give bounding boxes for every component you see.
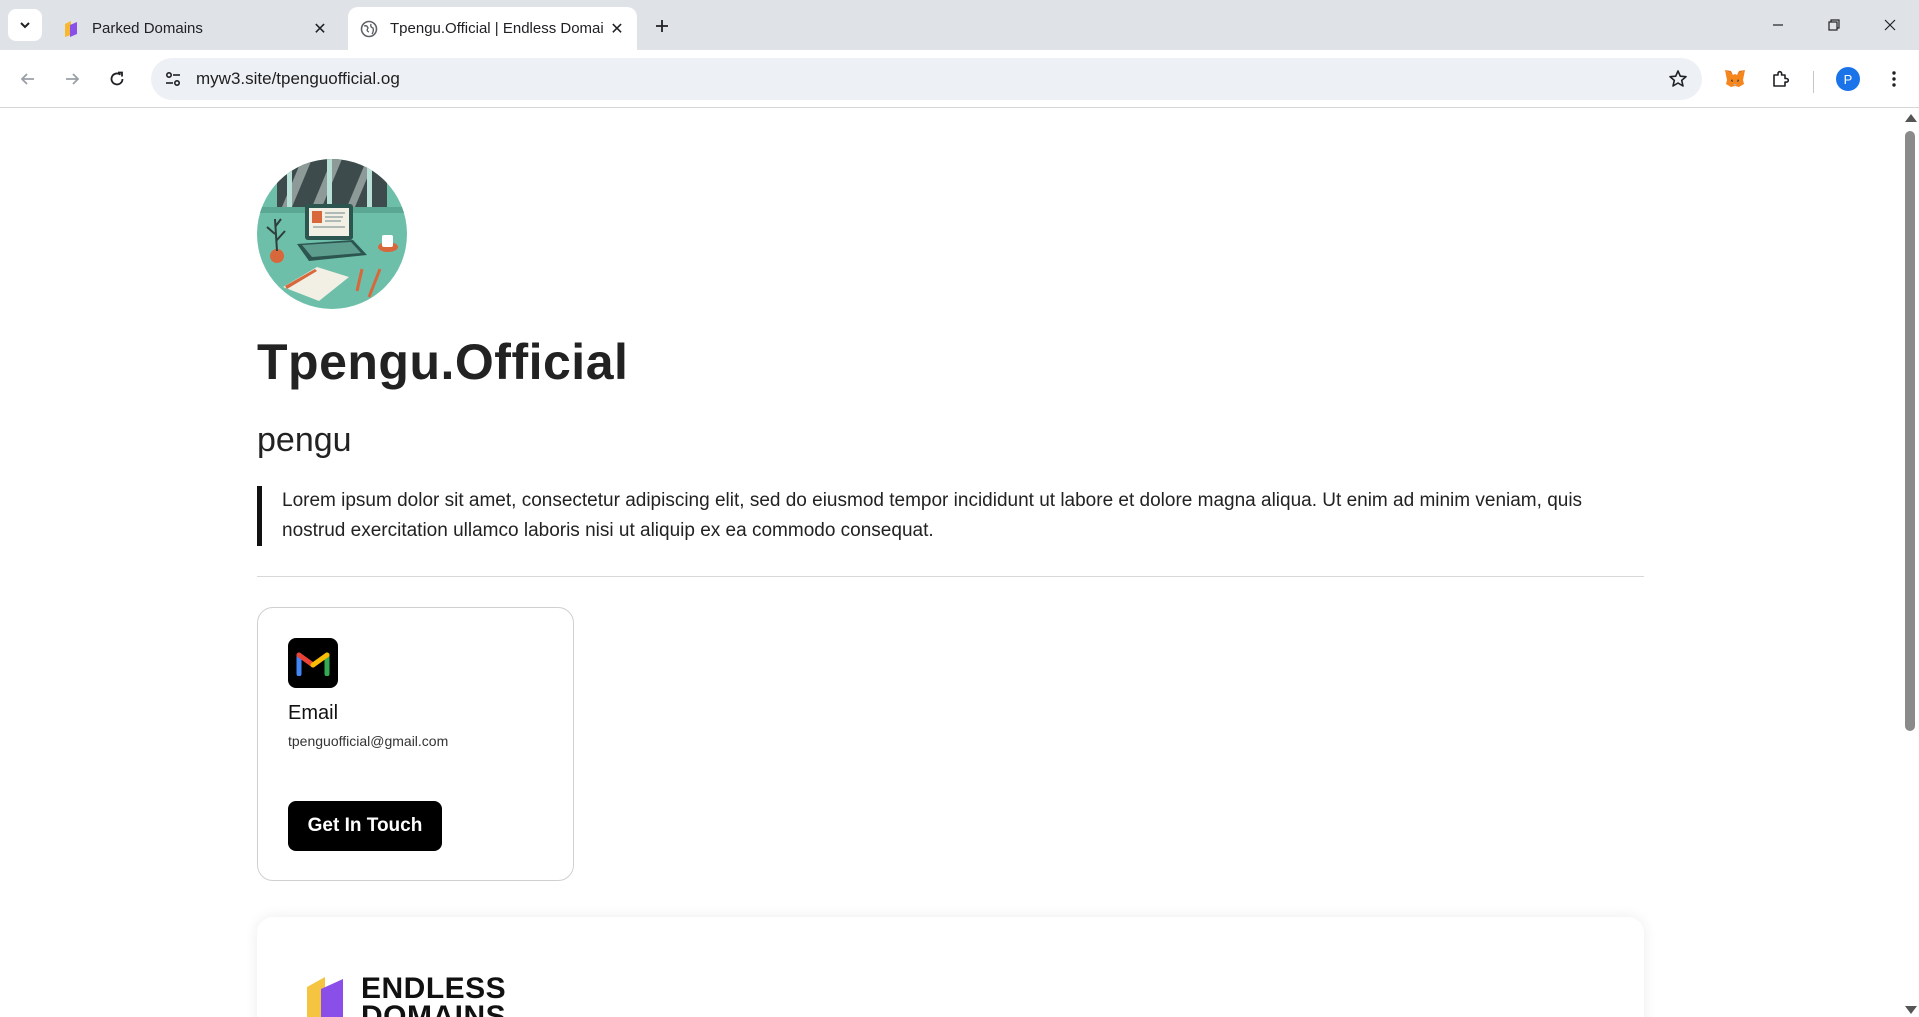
desk-illustration <box>257 159 407 309</box>
forward-button[interactable] <box>56 63 88 95</box>
close-icon <box>1884 19 1896 31</box>
profile-avatar: P <box>1836 67 1860 91</box>
gmail-icon <box>288 638 338 688</box>
page-subtitle: pengu <box>257 421 352 459</box>
restore-icon <box>1828 19 1840 31</box>
back-button[interactable] <box>12 63 44 95</box>
tab-tpengu-official[interactable]: Tpengu.Official | Endless Domai ✕ <box>348 7 637 50</box>
plus-icon <box>656 20 668 32</box>
new-tab-button[interactable] <box>648 12 676 40</box>
endless-domains-logo[interactable]: ENDLESS DOMAINS <box>305 972 507 1017</box>
extensions-button[interactable] <box>1765 63 1797 95</box>
page-title: Tpengu.Official <box>257 334 629 390</box>
close-window-button[interactable] <box>1862 0 1918 50</box>
contact-label: Email <box>288 702 339 724</box>
reload-button[interactable] <box>101 63 133 95</box>
browser-toolbar: myw3.site/tpenguofficial.og P <box>0 50 1919 108</box>
minimize-icon <box>1773 24 1783 26</box>
arrow-left-icon <box>20 73 34 85</box>
tab-strip: Parked Domains ✕ Tpengu.Official | Endle… <box>0 0 1919 50</box>
url-text[interactable]: myw3.site/tpenguofficial.og <box>196 69 400 89</box>
tab-parked-domains[interactable]: Parked Domains ✕ <box>50 7 340 50</box>
contact-email: tpenguofficial@gmail.com <box>288 733 449 749</box>
web-page: Tpengu.Official pengu Lorem ipsum dolor … <box>0 109 1901 1017</box>
endless-domains-favicon-icon <box>65 20 77 37</box>
toolbar-divider <box>1813 71 1814 93</box>
page-scrollbar[interactable] <box>1901 109 1919 1017</box>
scrollbar-thumb[interactable] <box>1905 131 1915 731</box>
profile-image <box>257 159 407 309</box>
logo-text-line2: DOMAINS <box>361 1000 507 1017</box>
reload-icon <box>110 71 124 86</box>
arrow-right-icon <box>66 73 80 85</box>
get-in-touch-button[interactable]: Get In Touch <box>288 801 442 851</box>
description-quote: Lorem ipsum dolor sit amet, consectetur … <box>257 486 1644 546</box>
scroll-down-arrow-icon[interactable] <box>1905 1006 1917 1014</box>
footer-card: ENDLESS DOMAINS <box>257 917 1644 1017</box>
site-settings-icon[interactable] <box>161 67 185 91</box>
puzzle-icon <box>1773 70 1790 87</box>
section-divider <box>257 576 1644 577</box>
bookmark-star-icon[interactable] <box>1666 67 1690 91</box>
profile-button[interactable]: P <box>1832 63 1864 95</box>
tab-title: Tpengu.Official | Endless Domai <box>390 20 604 37</box>
metamask-extension-button[interactable] <box>1719 63 1751 95</box>
address-bar[interactable]: myw3.site/tpenguofficial.og <box>151 58 1702 100</box>
fox-icon <box>1725 70 1745 87</box>
tab-search-button[interactable] <box>8 9 42 41</box>
tab-title: Parked Domains <box>92 20 203 37</box>
browser-menu-button[interactable] <box>1878 63 1910 95</box>
email-contact-card: Email tpenguofficial@gmail.com Get In To… <box>257 607 574 881</box>
endless-domains-logo-icon <box>307 977 343 1017</box>
kebab-menu-icon <box>1892 71 1896 87</box>
chevron-down-icon <box>20 22 30 29</box>
scroll-up-arrow-icon[interactable] <box>1905 114 1917 122</box>
logo-text-line1: ENDLESS <box>361 972 507 1005</box>
close-icon[interactable]: ✕ <box>308 17 332 41</box>
restore-button[interactable] <box>1806 0 1862 50</box>
profile-content: Tpengu.Official pengu Lorem ipsum dolor … <box>257 159 1644 881</box>
minimize-button[interactable] <box>1750 0 1806 50</box>
close-icon[interactable]: ✕ <box>605 17 629 41</box>
globe-icon <box>360 20 378 37</box>
